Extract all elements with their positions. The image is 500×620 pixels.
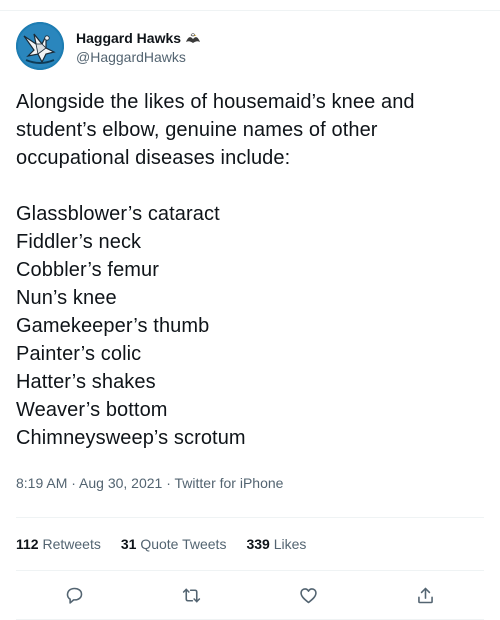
list-item: Painter’s colic	[16, 343, 142, 365]
share-icon	[418, 587, 433, 603]
heart-icon	[300, 587, 317, 603]
list-item: Chimneysweep’s scrotum	[16, 427, 246, 449]
tweet: Haggard Hawks @HaggardHawks Alongside th…	[16, 22, 484, 620]
likes-count: 339	[246, 536, 270, 552]
author-names: Haggard Hawks @HaggardHawks	[76, 22, 201, 65]
reply-button[interactable]	[64, 584, 86, 606]
eagle-emoji-icon	[186, 32, 201, 43]
list-item: Weaver’s bottom	[16, 399, 168, 421]
share-button[interactable]	[415, 584, 437, 606]
list-item: Gamekeeper’s thumb	[16, 315, 210, 337]
display-name[interactable]: Haggard Hawks	[76, 30, 181, 46]
quotes-count: 31	[120, 536, 137, 552]
retweet-button[interactable]	[181, 584, 203, 606]
likes-stat[interactable]: 339 Likes	[246, 536, 306, 552]
display-name-row: Haggard Hawks	[76, 28, 201, 47]
retweets-label: Retweets	[42, 536, 101, 552]
top-divider	[0, 10, 500, 11]
likes-label: Likes	[273, 536, 307, 552]
quotes-label: Quote Tweets	[140, 536, 227, 552]
tweet-header: Haggard Hawks @HaggardHawks	[16, 22, 484, 74]
handle[interactable]: @HaggardHawks	[76, 49, 201, 65]
list-item: Hatter’s shakes	[16, 371, 156, 393]
action-bar	[16, 571, 484, 619]
list-item: Nun’s knee	[16, 287, 117, 309]
tweet-intro: Alongside the likes of housemaid’s knee …	[16, 91, 415, 169]
retweets-count: 112	[16, 536, 39, 552]
quote-tweets-stat[interactable]: 31 Quote Tweets	[121, 536, 227, 552]
list-item: Cobbler’s femur	[16, 259, 160, 281]
retweets-stat[interactable]: 112 Retweets	[16, 536, 101, 552]
list-item: Glassblower’s cataract	[16, 203, 220, 225]
retweet-icon	[182, 588, 201, 602]
avatar[interactable]	[16, 22, 64, 70]
list-item: Fiddler’s neck	[16, 231, 142, 253]
bird-avatar-icon	[16, 22, 64, 70]
tweet-stats: 112 Retweets 31 Quote Tweets 339 Likes	[16, 518, 484, 570]
reply-icon	[66, 587, 83, 604]
tweet-timestamp[interactable]: 8:19 AM · Aug 30, 2021 · Twitter for iPh…	[16, 473, 484, 493]
like-button[interactable]	[298, 584, 320, 606]
tweet-text: Alongside the likes of housemaid’s knee …	[16, 88, 484, 452]
